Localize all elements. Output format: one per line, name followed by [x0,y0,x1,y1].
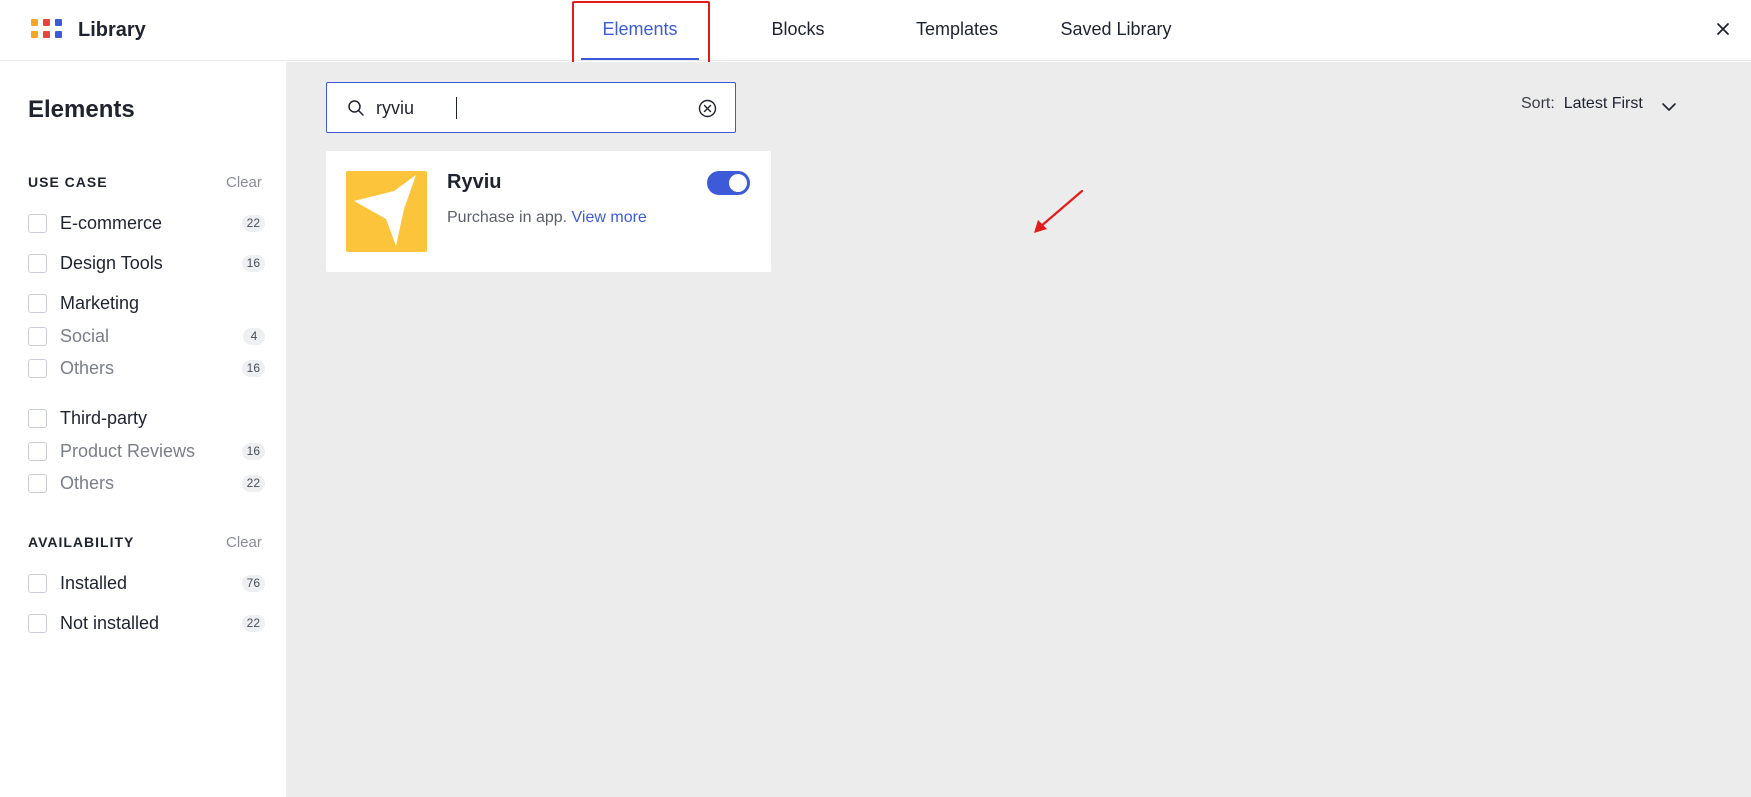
checkbox[interactable] [28,614,47,633]
filter-installed[interactable]: Installed 76 [28,571,265,595]
checkbox[interactable] [28,442,47,461]
view-more-link[interactable]: View more [572,209,647,226]
tab-blocks[interactable]: Blocks [748,19,848,40]
filter-label: Social [60,326,110,346]
active-tab-indicator [581,58,699,60]
toggle-knob [729,174,747,192]
checkbox[interactable] [28,214,47,233]
search-icon [348,100,364,116]
availability-heading: AVAILABILITY [28,534,135,550]
count-badge: 22 [241,215,265,232]
sidebar-title: Elements [28,96,135,123]
checkbox[interactable] [28,474,47,493]
checkbox[interactable] [28,359,47,378]
enable-toggle[interactable] [707,171,750,195]
tab-elements[interactable]: Elements [581,19,699,40]
filter-label: Product Reviews [60,441,196,461]
filter-sidebar: Elements USE CASE Clear E-commerce 22 De… [0,62,286,797]
text-caret [456,97,457,119]
checkbox[interactable] [28,327,47,346]
use-case-heading: USE CASE [28,174,108,190]
ryviu-logo-icon [346,171,427,252]
library-logo-icon [31,19,65,41]
count-badge: 16 [241,443,265,460]
element-description-text: Purchase in app. [447,209,568,226]
app-title: Library [78,19,146,41]
availability-clear-button[interactable]: Clear [226,534,262,551]
sort-value: Latest First [1563,95,1643,112]
filter-product-reviews[interactable]: Product Reviews 16 [28,439,265,463]
checkbox[interactable] [28,254,47,273]
tab-saved-library[interactable]: Saved Library [1052,19,1180,40]
sort-label: Sort: [1521,95,1555,112]
filter-label: Third-party [60,408,148,428]
use-case-clear-button[interactable]: Clear [226,174,262,191]
filter-not-installed[interactable]: Not installed 22 [28,611,265,635]
count-badge: 22 [241,615,265,632]
clear-circle-icon[interactable] [698,99,717,118]
filter-social[interactable]: Social 4 [28,324,265,348]
search-box[interactable] [326,82,736,133]
checkbox[interactable] [28,409,47,428]
checkbox[interactable] [28,294,47,313]
close-icon[interactable] [1712,18,1734,40]
chevron-down-icon[interactable] [1661,99,1677,115]
filter-label: Marketing [60,293,140,313]
count-badge: 22 [241,475,265,492]
filter-third-party[interactable]: Third-party [28,406,265,430]
filter-ecommerce[interactable]: E-commerce 22 [28,211,265,235]
filter-label: Installed [60,573,128,593]
element-description: Purchase in app. View more [447,209,647,227]
filter-label: Design Tools [60,253,163,273]
tab-templates[interactable]: Templates [898,19,1016,40]
count-badge: 76 [241,575,265,592]
filter-label: E-commerce [60,213,163,233]
search-input[interactable] [376,95,676,121]
top-bar: Library Elements Blocks Templates Saved … [0,0,1751,65]
filter-label: Others [60,473,115,493]
checkbox[interactable] [28,574,47,593]
count-badge: 4 [243,328,265,345]
results-area: Sort: Latest First Ryviu Purchase in app… [286,62,1751,797]
filter-marketing-others[interactable]: Others 16 [28,356,265,380]
filter-third-party-others[interactable]: Others 22 [28,471,265,495]
filter-label: Not installed [60,613,160,633]
element-title: Ryviu [447,171,502,193]
sort-dropdown[interactable]: Sort: Latest First [1521,95,1643,113]
element-card[interactable]: Ryviu Purchase in app. View more [326,151,771,272]
count-badge: 16 [241,360,265,377]
count-badge: 16 [241,255,265,272]
filter-label: Others [60,358,115,378]
filter-marketing[interactable]: Marketing [28,291,265,315]
annotation-arrow-icon [1034,189,1084,233]
filter-design-tools[interactable]: Design Tools 16 [28,251,265,275]
